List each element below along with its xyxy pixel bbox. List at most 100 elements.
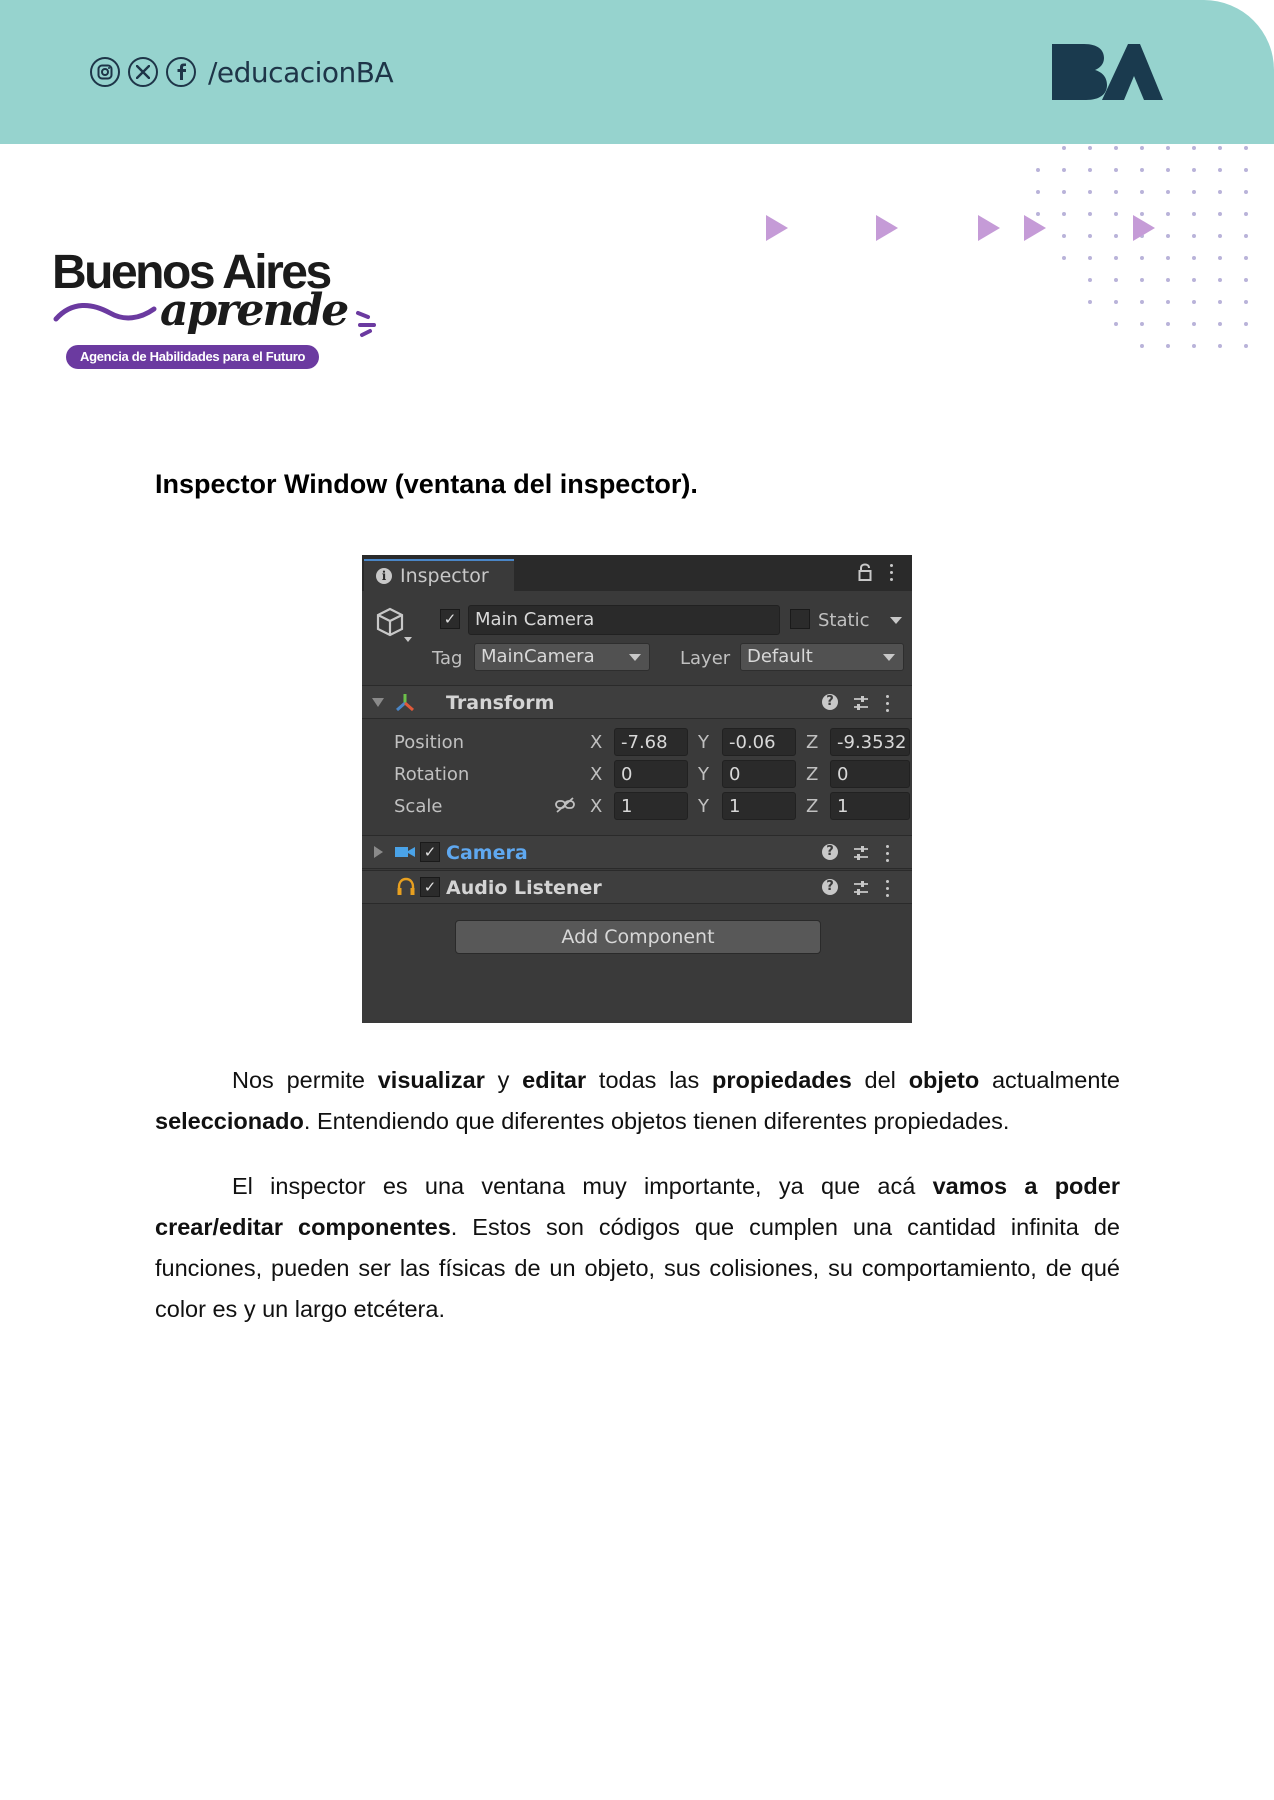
- decorative-dot: [1192, 212, 1196, 216]
- help-icon[interactable]: ?: [822, 694, 838, 710]
- presets-icon[interactable]: [852, 879, 870, 897]
- chevron-down-icon: [883, 654, 895, 661]
- text-run: Nos permite: [232, 1067, 378, 1093]
- position-y-field[interactable]: -0.06: [722, 728, 796, 756]
- expand-arrow-icon[interactable]: [374, 846, 383, 858]
- decorative-dot: [1218, 168, 1222, 172]
- social-handle[interactable]: /educacionBA: [208, 56, 394, 89]
- x-icon[interactable]: [128, 57, 158, 87]
- decorative-dot: [1166, 300, 1170, 304]
- decorative-dot: [1166, 168, 1170, 172]
- decorative-dot: [1244, 190, 1248, 194]
- tag-dropdown[interactable]: MainCamera: [474, 643, 650, 671]
- rotation-z-field[interactable]: 0: [830, 760, 910, 788]
- axis-x-label: X: [590, 764, 603, 785]
- decorative-dot: [1218, 212, 1222, 216]
- text-run: y: [484, 1067, 523, 1093]
- decorative-dot: [1166, 212, 1170, 216]
- decorative-dot: [1218, 278, 1222, 282]
- gameobject-cube-icon[interactable]: [374, 605, 414, 645]
- decorative-dot: [1088, 256, 1092, 260]
- instagram-icon[interactable]: [90, 57, 120, 87]
- decorative-dot: [1166, 344, 1170, 348]
- text-run: actualmente: [979, 1067, 1120, 1093]
- help-icon[interactable]: ?: [822, 879, 838, 895]
- decorative-dot: [1166, 322, 1170, 326]
- axis-y-label: Y: [698, 732, 709, 753]
- tag-label: Tag: [432, 648, 463, 669]
- transform-header[interactable]: Transform ?: [362, 685, 912, 719]
- decorative-dot: [1192, 234, 1196, 238]
- layer-dropdown[interactable]: Default: [740, 643, 904, 671]
- decorative-dot: [1114, 168, 1118, 172]
- audio-listener-title: Audio Listener: [446, 877, 602, 899]
- audio-listener-header[interactable]: ✓ Audio Listener ?: [362, 870, 912, 904]
- decorative-dot: [1140, 300, 1144, 304]
- axis-z-label: Z: [806, 796, 819, 817]
- brand-tagline: Agencia de Habilidades para el Futuro: [66, 345, 320, 369]
- position-x-field[interactable]: -7.68: [614, 728, 688, 756]
- chevron-down-icon: [629, 654, 641, 661]
- more-options-icon[interactable]: [886, 695, 890, 713]
- camera-icon: [395, 847, 415, 857]
- tab-label: Inspector: [400, 565, 489, 587]
- decorative-dot: [1244, 234, 1248, 238]
- object-name-field[interactable]: Main Camera: [468, 605, 780, 635]
- scale-z-field[interactable]: 1: [830, 792, 910, 820]
- static-checkbox[interactable]: [790, 609, 810, 629]
- decorative-dot: [1192, 344, 1196, 348]
- ba-logo: [1050, 40, 1165, 107]
- camera-enabled-checkbox[interactable]: ✓: [420, 842, 440, 862]
- decorative-dot: [1166, 256, 1170, 260]
- decorative-dot: [1140, 256, 1144, 260]
- rotation-y-field[interactable]: 0: [722, 760, 796, 788]
- expand-arrow-icon[interactable]: [372, 698, 384, 707]
- more-options-icon[interactable]: [886, 845, 890, 863]
- decorative-dot: [1062, 234, 1066, 238]
- static-label: Static: [818, 610, 870, 631]
- axis-x-label: X: [590, 732, 603, 753]
- axis-x-label: X: [590, 796, 603, 817]
- facebook-icon[interactable]: [166, 57, 196, 87]
- position-z-field[interactable]: -9.3532: [830, 728, 910, 756]
- decorative-dot: [1062, 146, 1066, 150]
- decorative-dot: [1218, 146, 1222, 150]
- unlink-scale-icon[interactable]: [554, 796, 576, 814]
- active-checkbox[interactable]: ✓: [440, 609, 460, 629]
- decorative-dot: [1218, 300, 1222, 304]
- decorative-dot: [1036, 190, 1040, 194]
- decorative-dot: [1166, 190, 1170, 194]
- rotation-x-field[interactable]: 0: [614, 760, 688, 788]
- decorative-arrow: [1133, 215, 1155, 241]
- axis-y-label: Y: [698, 764, 709, 785]
- decorative-dot: [1244, 146, 1248, 150]
- add-component-button[interactable]: Add Component: [455, 920, 821, 954]
- paragraph-1-content: Nos permite visualizar y editar todas la…: [155, 1067, 1120, 1134]
- help-icon[interactable]: ?: [822, 844, 838, 860]
- transform-title: Transform: [446, 692, 555, 714]
- decorative-dot: [1218, 256, 1222, 260]
- scale-label: Scale: [394, 796, 443, 817]
- scale-x-field[interactable]: 1: [614, 792, 688, 820]
- lock-icon[interactable]: [858, 563, 872, 581]
- presets-icon[interactable]: [852, 844, 870, 862]
- swoosh-icon: [53, 302, 157, 322]
- camera-header[interactable]: ✓ Camera ?: [362, 835, 912, 869]
- static-dropdown-icon[interactable]: [890, 617, 902, 624]
- decorative-arrow: [766, 215, 788, 241]
- decorative-dot: [1218, 190, 1222, 194]
- bold-text-run: propiedades: [712, 1067, 852, 1093]
- bold-text-run: objeto: [908, 1067, 980, 1093]
- camera-title: Camera: [446, 842, 528, 864]
- audio-enabled-checkbox[interactable]: ✓: [420, 877, 440, 897]
- decorative-dot: [1114, 322, 1118, 326]
- more-options-icon[interactable]: [890, 564, 894, 582]
- decorative-dot: [1114, 256, 1118, 260]
- scale-y-field[interactable]: 1: [722, 792, 796, 820]
- presets-icon[interactable]: [852, 694, 870, 712]
- decorative-dot: [1140, 190, 1144, 194]
- decorative-dot: [1218, 234, 1222, 238]
- decorative-dot: [1244, 300, 1248, 304]
- tab-inspector[interactable]: i Inspector: [364, 559, 514, 591]
- more-options-icon[interactable]: [886, 880, 890, 898]
